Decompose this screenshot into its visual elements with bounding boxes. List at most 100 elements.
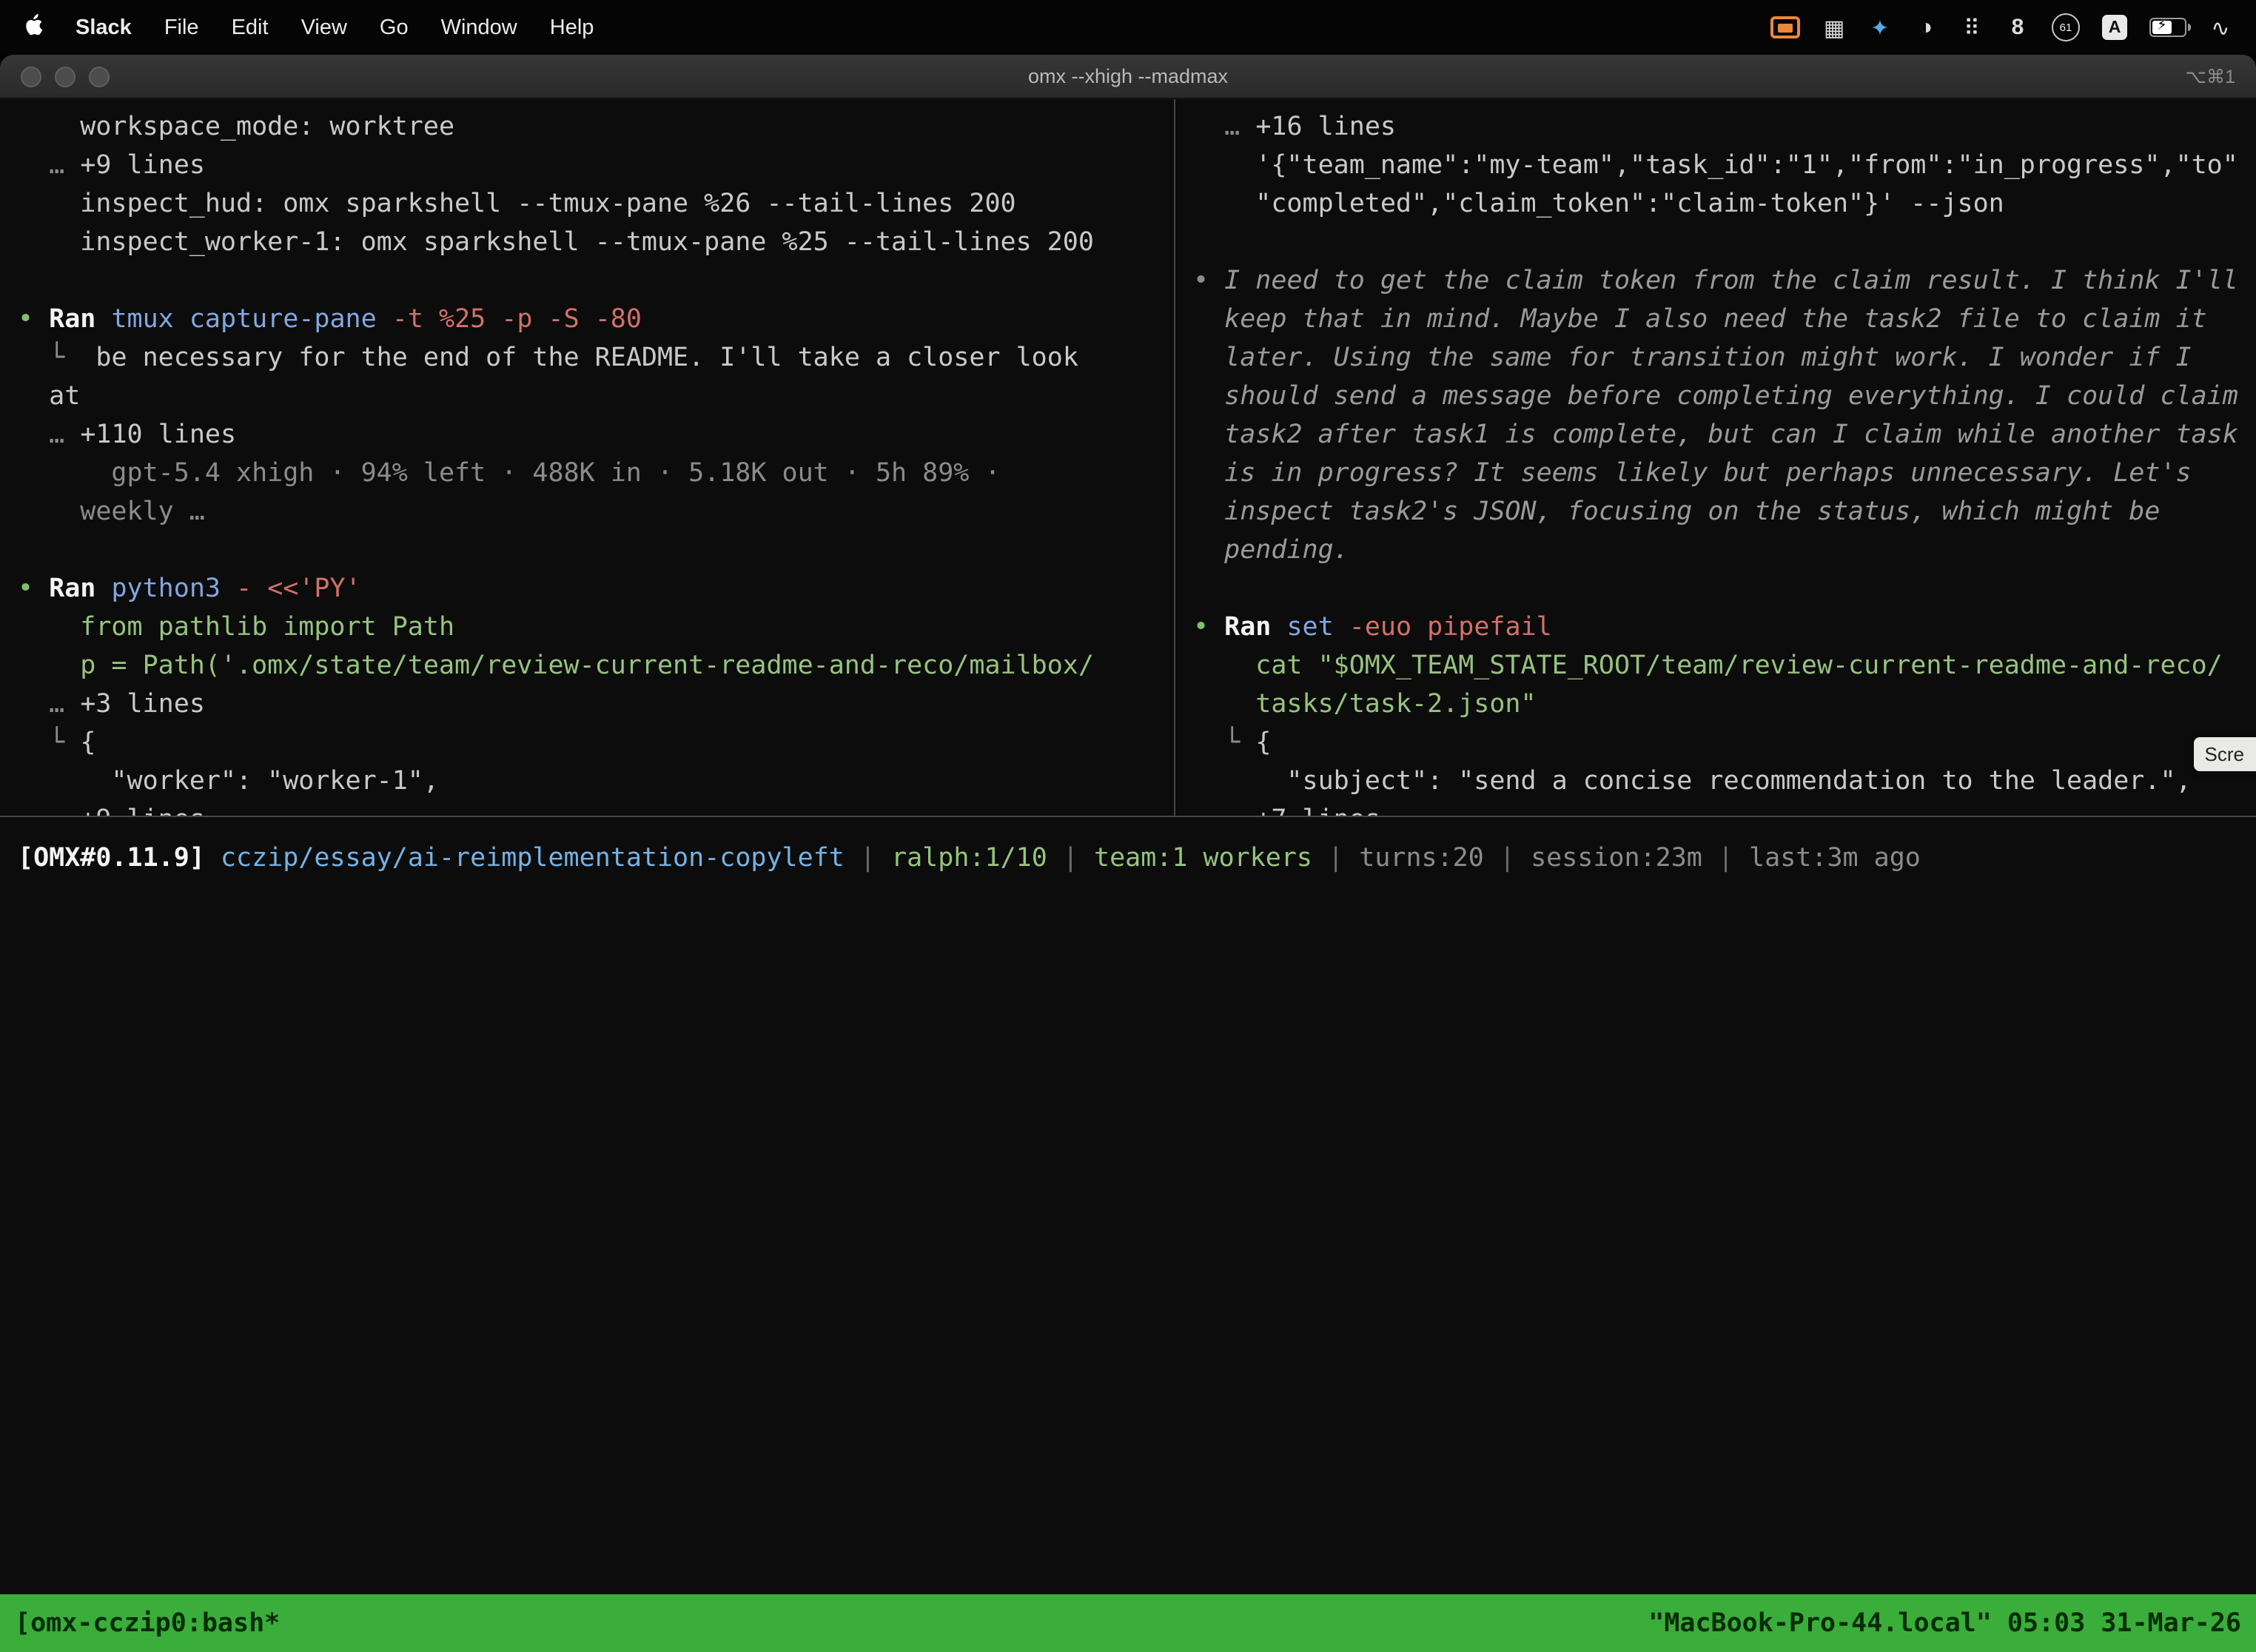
- text-segment: should send a message before completing …: [1193, 382, 2238, 412]
- menu-file[interactable]: File: [164, 16, 199, 39]
- text-segment: +16 lines: [1255, 113, 1396, 142]
- text-segment: [18, 536, 33, 565]
- input-source-icon[interactable]: A: [2102, 15, 2127, 40]
- minimize-button[interactable]: [55, 66, 75, 87]
- text-segment: keep that in mind. Maybe I also need the…: [1193, 305, 2207, 335]
- text-segment: …: [18, 690, 80, 719]
- dark-app-icon[interactable]: ◑: [1914, 15, 1938, 40]
- terminal-line: … +9 lines: [18, 801, 1156, 816]
- traffic-lights: [21, 66, 110, 87]
- apple-logo-icon: [24, 13, 43, 36]
- terminal-line: later. Using the same for transition mig…: [1193, 339, 2238, 377]
- text-segment: p = Path('.omx/state/team/review-current…: [18, 651, 1094, 681]
- text-segment: Ran: [49, 574, 95, 604]
- menu-extra-icon[interactable]: ∿: [2209, 14, 2232, 41]
- menu-edit[interactable]: Edit: [232, 16, 269, 39]
- text-segment: Ran: [49, 305, 95, 335]
- terminal-line: inspect_hud: omx sparkshell --tmux-pane …: [18, 185, 1156, 224]
- text-segment: •: [18, 574, 49, 604]
- text-segment: ralph:1/10: [891, 844, 1047, 873]
- text-segment: inspect_worker-1: omx sparkshell --tmux-…: [18, 228, 1094, 258]
- screen-edge-tooltip: Scre: [2195, 737, 2256, 771]
- omx-session-status: [OMX#0.11.9] cczip/essay/ai-reimplementa…: [0, 817, 2256, 878]
- terminal-line: is in progress? It seems likely but perh…: [1193, 454, 2238, 493]
- omx-status-line: [OMX#0.11.9] cczip/essay/ai-reimplementa…: [18, 839, 2238, 878]
- text-segment: later. Using the same for transition mig…: [1193, 343, 2192, 373]
- text-segment: +9 lines: [80, 805, 205, 816]
- text-segment: └: [18, 728, 80, 758]
- terminal-line: └ be necessary for the end of the README…: [18, 339, 1156, 377]
- text-segment: from pathlib import Path: [18, 613, 454, 642]
- terminal-line: [18, 262, 1156, 300]
- terminal-line: "completed","claim_token":"claim-token"}…: [1193, 185, 2238, 224]
- terminal-line: cat "$OMX_TEAM_STATE_ROOT/team/review-cu…: [1193, 647, 2238, 685]
- text-segment: |: [1702, 844, 1749, 873]
- terminal-line: should send a message before completing …: [1193, 377, 2238, 416]
- terminal-line: └ {: [1193, 724, 2238, 762]
- text-segment: cczip/essay/ai-reimplementation-copyleft: [221, 844, 845, 873]
- terminal-line: • Ran tmux capture-pane -t %25 -p -S -80: [18, 300, 1156, 339]
- text-segment: {: [1255, 728, 1271, 758]
- text-segment: at: [18, 382, 80, 412]
- terminal-line: … +9 lines: [18, 147, 1156, 185]
- terminal-line: └ {: [18, 724, 1156, 762]
- terminal-line: "worker": "worker-1",: [18, 762, 1156, 801]
- desktop: Slack File Edit View Go Window Help ▦ ✦ …: [0, 0, 2256, 1652]
- text-segment: "worker": "worker-1",: [18, 767, 439, 796]
- text-segment: …: [18, 805, 80, 816]
- app-launcher-icon[interactable]: ⠿: [1960, 14, 1984, 41]
- menu-view[interactable]: View: [301, 16, 347, 39]
- text-segment: inspect task2's JSON, focusing on the st…: [1193, 497, 2160, 527]
- left-terminal-pane[interactable]: workspace_mode: worktree … +9 lines insp…: [0, 99, 1174, 816]
- right-terminal-pane[interactable]: … +16 lines '{"team_name":"my-team","tas…: [1175, 99, 2256, 816]
- percent-circle-icon[interactable]: 61: [2052, 13, 2080, 41]
- battery-icon[interactable]: ⚡: [2149, 18, 2186, 37]
- keyboard-grid-icon[interactable]: ▦: [1822, 14, 1846, 41]
- menu-go[interactable]: Go: [380, 16, 409, 39]
- text-segment: [18, 266, 33, 296]
- text-segment: |: [845, 844, 891, 873]
- active-app-menu[interactable]: Slack: [75, 16, 132, 39]
- text-segment: …: [18, 420, 80, 450]
- text-segment: …: [1193, 113, 1255, 142]
- tmux-panes: workspace_mode: worktree … +9 lines insp…: [0, 99, 2256, 816]
- text-segment: [205, 844, 221, 873]
- text-segment: inspect_hud: omx sparkshell --tmux-pane …: [18, 189, 1016, 219]
- terminal-line: … +7 lines: [1193, 801, 2238, 816]
- text-segment: be necessary for the end of the README. …: [95, 343, 1078, 373]
- terminal-line: "subject": "send a concise recommendatio…: [1193, 762, 2238, 801]
- left-pane-output: workspace_mode: worktree … +9 lines insp…: [18, 108, 1156, 816]
- text-segment: |: [1484, 844, 1531, 873]
- close-button[interactable]: [21, 66, 41, 87]
- text-segment: +7 lines: [1255, 805, 1380, 816]
- screen-recording-indicator: [1770, 16, 1800, 38]
- zoom-button[interactable]: [89, 66, 110, 87]
- text-segment: └: [18, 343, 95, 373]
- apple-menu[interactable]: [24, 13, 43, 42]
- input-source-letter: A: [2102, 15, 2127, 40]
- number-key-icon[interactable]: 8: [2006, 15, 2030, 40]
- blue-app-icon[interactable]: ✦: [1868, 14, 1892, 41]
- terminal-line: inspect task2's JSON, focusing on the st…: [1193, 493, 2238, 531]
- text-segment: task2 after task1 is complete, but can I…: [1193, 420, 2238, 450]
- terminal-line: pending.: [1193, 531, 2238, 570]
- text-segment: last:3m ago: [1749, 844, 1921, 873]
- menu-window[interactable]: Window: [441, 16, 517, 39]
- text-segment: - <<'PY': [221, 574, 361, 604]
- terminal-line: gpt-5.4 xhigh · 94% left · 488K in · 5.1…: [18, 454, 1156, 493]
- text-segment: turns:20: [1359, 844, 1484, 873]
- text-segment: [OMX#0.11.9]: [18, 844, 205, 873]
- text-segment: pending.: [1193, 536, 1349, 565]
- terminal-line: [18, 531, 1156, 570]
- window-title-bar[interactable]: omx --xhigh --madmax ⌥⌘1: [0, 55, 2256, 99]
- menu-help[interactable]: Help: [550, 16, 594, 39]
- text-segment: +110 lines: [80, 420, 236, 450]
- terminal-line: • Ran set -euo pipefail: [1193, 608, 2238, 647]
- terminal-line: • Ran python3 - <<'PY': [18, 570, 1156, 608]
- text-segment: [1271, 613, 1286, 642]
- text-segment: Ran: [1224, 613, 1271, 642]
- terminal-line: [1193, 570, 2238, 608]
- screen-recording-icon[interactable]: [1770, 16, 1800, 38]
- text-segment: I need to get the claim token from the c…: [1224, 266, 2238, 296]
- text-segment: …: [1193, 805, 1255, 816]
